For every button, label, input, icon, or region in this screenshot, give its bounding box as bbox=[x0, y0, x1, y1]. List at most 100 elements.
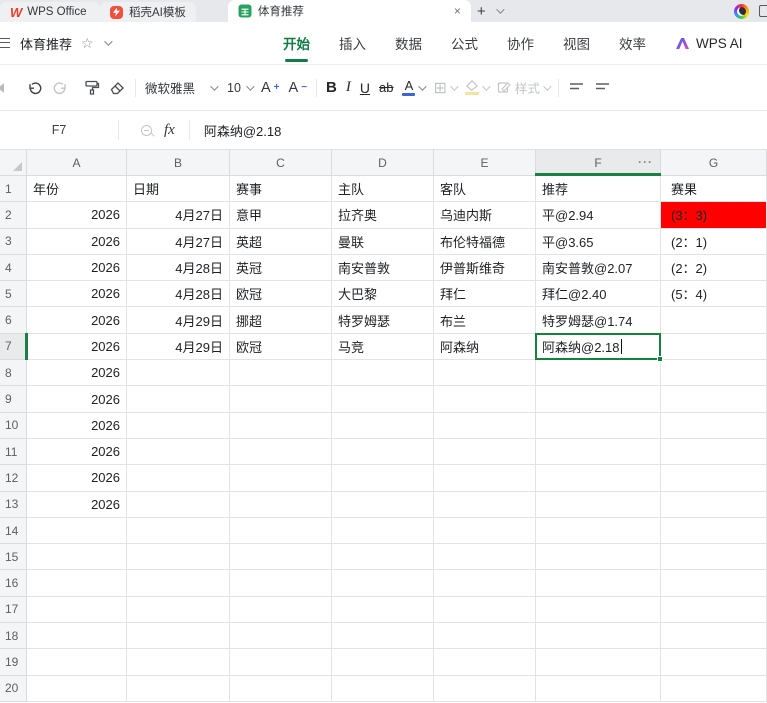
increase-font-button[interactable]: A + bbox=[261, 80, 280, 96]
col-header-E[interactable]: E bbox=[434, 150, 536, 176]
cell-E2[interactable]: 乌迪内斯 bbox=[434, 202, 536, 229]
cell-E15[interactable] bbox=[434, 544, 536, 571]
cell-F13[interactable] bbox=[536, 491, 661, 518]
cell-E17[interactable] bbox=[434, 596, 536, 624]
cell-G19[interactable] bbox=[661, 649, 767, 676]
row-header-8[interactable]: 8 bbox=[0, 360, 27, 387]
row-header-9[interactable]: 9 bbox=[0, 386, 27, 413]
decrease-font-button[interactable]: A − bbox=[289, 80, 308, 96]
cell-A17[interactable] bbox=[27, 596, 127, 624]
cell-F19[interactable] bbox=[536, 649, 661, 676]
row-header-16[interactable]: 16 bbox=[0, 570, 27, 597]
cell-A9[interactable]: 2026 bbox=[27, 386, 127, 413]
cell-B10[interactable] bbox=[127, 412, 230, 439]
cell-A19[interactable] bbox=[27, 649, 127, 676]
collapse-ribbon-icon[interactable] bbox=[0, 82, 4, 93]
row-header-20[interactable]: 20 bbox=[0, 675, 27, 702]
cell-G14[interactable] bbox=[661, 517, 767, 545]
cell-F15[interactable] bbox=[536, 544, 661, 571]
cell-style-button[interactable]: 样式 bbox=[497, 78, 552, 97]
cell-F16[interactable] bbox=[536, 570, 661, 597]
cell-A3[interactable]: 2026 bbox=[27, 228, 127, 255]
cell-D10[interactable] bbox=[332, 412, 434, 439]
cell-A12[interactable]: 2026 bbox=[27, 465, 127, 492]
zoom-out-icon[interactable] bbox=[141, 124, 152, 136]
cell-G5[interactable]: (5：4) bbox=[661, 281, 767, 308]
cell-D11[interactable] bbox=[332, 438, 434, 466]
cell-A7[interactable]: 2026 bbox=[27, 333, 127, 361]
cell-A4[interactable]: 2026 bbox=[27, 254, 127, 282]
row-header-3[interactable]: 3 bbox=[0, 228, 27, 255]
cell-F11[interactable] bbox=[536, 438, 661, 466]
cell-B16[interactable] bbox=[127, 570, 230, 597]
cell-G8[interactable] bbox=[661, 360, 767, 387]
eraser-button[interactable] bbox=[109, 79, 126, 96]
cell-D1[interactable]: 主队 bbox=[332, 176, 434, 203]
cell-C7[interactable]: 欧冠 bbox=[230, 333, 332, 361]
select-all-button[interactable] bbox=[0, 150, 27, 176]
cell-G13[interactable] bbox=[661, 491, 767, 518]
cell-C16[interactable] bbox=[230, 570, 332, 597]
chevron-down-icon[interactable] bbox=[482, 81, 491, 91]
cell-B5[interactable]: 4月28日 bbox=[127, 281, 230, 308]
cell-C5[interactable]: 欧冠 bbox=[230, 281, 332, 308]
cell-G18[interactable] bbox=[661, 623, 767, 650]
ribbon-tab-wps-ai[interactable]: WPS AI bbox=[675, 36, 743, 51]
cell-G11[interactable] bbox=[661, 438, 767, 466]
tab-list-chevron[interactable] bbox=[492, 0, 506, 22]
close-tab-icon[interactable]: × bbox=[454, 4, 461, 18]
cell-D19[interactable] bbox=[332, 649, 434, 676]
cell-G1[interactable]: 赛果 bbox=[661, 176, 767, 203]
cell-D13[interactable] bbox=[332, 491, 434, 518]
cell-G12[interactable] bbox=[661, 465, 767, 492]
ribbon-tab-formula[interactable]: 公式 bbox=[451, 33, 478, 53]
cell-G20[interactable] bbox=[661, 675, 767, 702]
cell-B1[interactable]: 日期 bbox=[127, 176, 230, 203]
cell-B17[interactable] bbox=[127, 596, 230, 624]
cell-D3[interactable]: 曼联 bbox=[332, 228, 434, 255]
cell-B6[interactable]: 4月29日 bbox=[127, 307, 230, 334]
font-color-button[interactable]: A bbox=[402, 79, 428, 97]
row-header-7[interactable]: 7 bbox=[0, 332, 28, 361]
cell-D12[interactable] bbox=[332, 465, 434, 492]
cell-D17[interactable] bbox=[332, 596, 434, 624]
cell-A15[interactable] bbox=[27, 544, 127, 571]
row-header-13[interactable]: 13 bbox=[0, 491, 27, 518]
insert-function-button[interactable]: fx bbox=[164, 122, 175, 139]
cell-C2[interactable]: 意甲 bbox=[230, 202, 332, 229]
cell-F4[interactable]: 南安普敦@2.07 bbox=[536, 254, 661, 282]
cell-E18[interactable] bbox=[434, 623, 536, 650]
cell-B19[interactable] bbox=[127, 649, 230, 676]
cell-F1[interactable]: 推荐 bbox=[536, 176, 661, 203]
row-header-6[interactable]: 6 bbox=[0, 307, 27, 334]
cell-D7[interactable]: 马竞 bbox=[332, 333, 434, 361]
align-top-button[interactable] bbox=[568, 80, 585, 95]
cell-E10[interactable] bbox=[434, 412, 536, 439]
name-box[interactable]: F7 bbox=[0, 123, 118, 137]
cell-B13[interactable] bbox=[127, 491, 230, 518]
underline-button[interactable]: U bbox=[360, 80, 370, 96]
tab-docer-ai-templates[interactable]: 稻壳AI模板 bbox=[100, 2, 196, 22]
cell-A2[interactable]: 2026 bbox=[27, 202, 127, 229]
italic-button[interactable]: I bbox=[346, 79, 351, 96]
cell-D15[interactable] bbox=[332, 544, 434, 571]
chevron-down-icon[interactable] bbox=[418, 81, 428, 91]
cell-C8[interactable] bbox=[230, 360, 332, 387]
strikethrough-button[interactable]: ab bbox=[379, 80, 393, 95]
row-header-5[interactable]: 5 bbox=[0, 281, 27, 308]
cell-C20[interactable] bbox=[230, 675, 332, 702]
cell-D20[interactable] bbox=[332, 675, 434, 702]
cell-F2[interactable]: 平@2.94 bbox=[536, 202, 661, 229]
cell-D5[interactable]: 大巴黎 bbox=[332, 281, 434, 308]
cell-F9[interactable] bbox=[536, 386, 661, 413]
formula-input[interactable]: 阿森纳@2.18 bbox=[204, 121, 282, 140]
redo-button[interactable] bbox=[52, 80, 68, 96]
cell-E16[interactable] bbox=[434, 570, 536, 597]
cell-A16[interactable] bbox=[27, 570, 127, 597]
cell-E14[interactable] bbox=[434, 517, 536, 545]
cell-C15[interactable] bbox=[230, 544, 332, 571]
row-header-17[interactable]: 17 bbox=[0, 596, 27, 624]
cell-A10[interactable]: 2026 bbox=[27, 412, 127, 439]
favorite-star-icon[interactable]: ☆ bbox=[81, 35, 94, 52]
ribbon-tab-view[interactable]: 视图 bbox=[563, 33, 590, 53]
